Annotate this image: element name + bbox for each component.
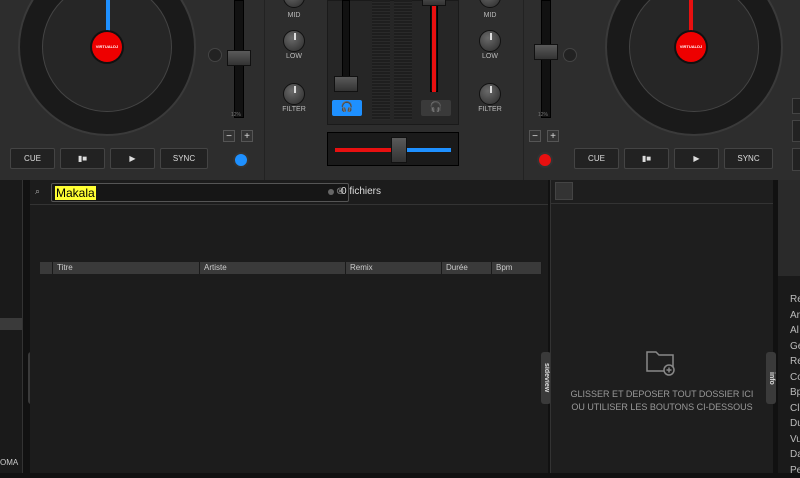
right-mid-knob[interactable] [479,0,501,8]
left-pitch-minus-button[interactable]: − [223,130,235,142]
left-mid-knob[interactable] [283,0,305,8]
search-input[interactable]: Makala ⊗ [51,183,349,202]
column-header-artist[interactable]: Artiste [200,262,346,274]
info-list-item: Re [790,354,800,370]
file-count: 0 fichiers [341,186,381,197]
left-sync-button[interactable]: SYNC [160,148,208,169]
file-count-dot-icon [328,189,334,195]
folder-strip-selection[interactable] [0,318,22,330]
left-folder-strip: OMA [0,180,23,473]
right-level-meter [394,0,412,120]
drop-instruction-line2: OU UTILISER LES BOUTONS CI-DESSOUS [551,402,773,412]
left-pitch-reset[interactable] [208,48,222,62]
left-cue-button[interactable]: CUE [10,148,55,169]
add-folder-icon [645,348,677,376]
mixer-divider-right [523,0,524,180]
crossfader-left-bar [335,148,395,152]
right-jogwheel[interactable]: VIRTUALDJ [605,0,783,136]
column-header-remix[interactable]: Remix [346,262,442,274]
right-pitch-value: 12% [538,112,548,118]
info-list-item: Bp [790,385,800,401]
edge-button-1[interactable] [792,98,800,114]
info-list-item: Re [790,292,800,308]
file-browser: ⌕ Makala ⊗ 0 fichiers Titre Artiste Remi… [30,180,548,473]
info-tab[interactable]: info [766,352,776,404]
right-low-label: LOW [470,53,510,60]
info-list-item: Al [790,323,800,339]
info-list-item: Vu [790,432,800,448]
drop-instruction-line1: GLISSER ET DEPOSER TOUT DOSSIER ICI [551,389,773,399]
info-panel-header [778,180,800,276]
crossfader-right-bar [407,148,451,152]
right-cue-button[interactable]: CUE [574,148,619,169]
headphones-icon: 🎧 [341,102,353,113]
right-mid-label: MID [470,12,510,19]
decks-area: VIRTUALDJ 12% − + CUE ▮■ ▶ SYNC MID LOW … [0,0,800,180]
info-list-item: Da [790,447,800,463]
right-pitch-minus-button[interactable]: − [529,130,541,142]
left-volume-fader[interactable] [334,76,358,92]
info-list-item: Du [790,416,800,432]
info-list: Re Ar Al Ge Re Co Bp Cl Du Vu Da Pe [790,292,800,478]
column-header-title[interactable]: Titre [53,262,200,274]
left-mid-label: MID [274,12,314,19]
left-deck-sync-icon[interactable] [233,152,249,168]
right-pitch-reset[interactable] [563,48,577,62]
track-list-header: Titre Artiste Remix Durée Bpm [40,262,542,274]
search-divider [30,204,548,205]
left-pause-button[interactable]: ▮■ [60,148,105,169]
left-filter-knob[interactable] [283,83,305,105]
column-header-bpm[interactable]: Bpm [492,262,542,274]
left-record-label: VIRTUALDJ [92,32,122,62]
edge-button-2[interactable] [792,120,800,142]
headphones-icon: 🎧 [430,102,442,113]
right-record-label: VIRTUALDJ [676,32,706,62]
right-filter-knob[interactable] [479,83,501,105]
folder-strip-text: OMA [0,458,18,467]
search-icon: ⌕ [35,186,40,197]
right-play-button[interactable]: ▶ [674,148,719,169]
right-headphones-button[interactable]: 🎧 [421,100,451,116]
right-sync-button[interactable]: SYNC [724,148,773,169]
info-list-item: Pe [790,463,800,478]
edge-button-3[interactable] [792,148,800,171]
info-list-item: Ar [790,308,800,324]
left-pitch-value: 12% [231,112,241,118]
right-volume-fader[interactable] [422,0,446,6]
mixer-divider-left [264,0,265,180]
right-deck-sync-icon[interactable] [537,152,553,168]
sideview-panel: GLISSER ET DEPOSER TOUT DOSSIER ICI OU U… [550,180,773,473]
info-list-item: Cl [790,401,800,417]
left-level-meter [372,0,390,120]
right-volume-level [432,0,436,92]
info-list-item: Ge [790,339,800,355]
crossfader-handle[interactable] [391,137,407,163]
left-jogwheel[interactable]: VIRTUALDJ [18,0,196,136]
left-play-button[interactable]: ▶ [110,148,155,169]
info-panel: Re Ar Al Ge Re Co Bp Cl Du Vu Da Pe [778,180,800,473]
sideview-divider [551,203,773,204]
sideview-thumbnail[interactable] [555,182,573,200]
column-header-blank[interactable] [40,262,53,274]
left-pitch-slider-handle[interactable] [227,50,251,66]
right-pitch-slider-handle[interactable] [534,44,558,60]
column-header-duration[interactable]: Durée [442,262,492,274]
right-filter-label: FILTER [470,106,510,113]
right-low-knob[interactable] [479,30,501,52]
left-pitch-plus-button[interactable]: + [241,130,253,142]
left-low-knob[interactable] [283,30,305,52]
right-pitch-plus-button[interactable]: + [547,130,559,142]
left-filter-label: FILTER [274,106,314,113]
info-list-item: Co [790,370,800,386]
right-pause-button[interactable]: ▮■ [624,148,669,169]
left-headphones-button[interactable]: 🎧 [332,100,362,116]
search-input-value: Makala [55,186,96,200]
left-low-label: LOW [274,53,314,60]
